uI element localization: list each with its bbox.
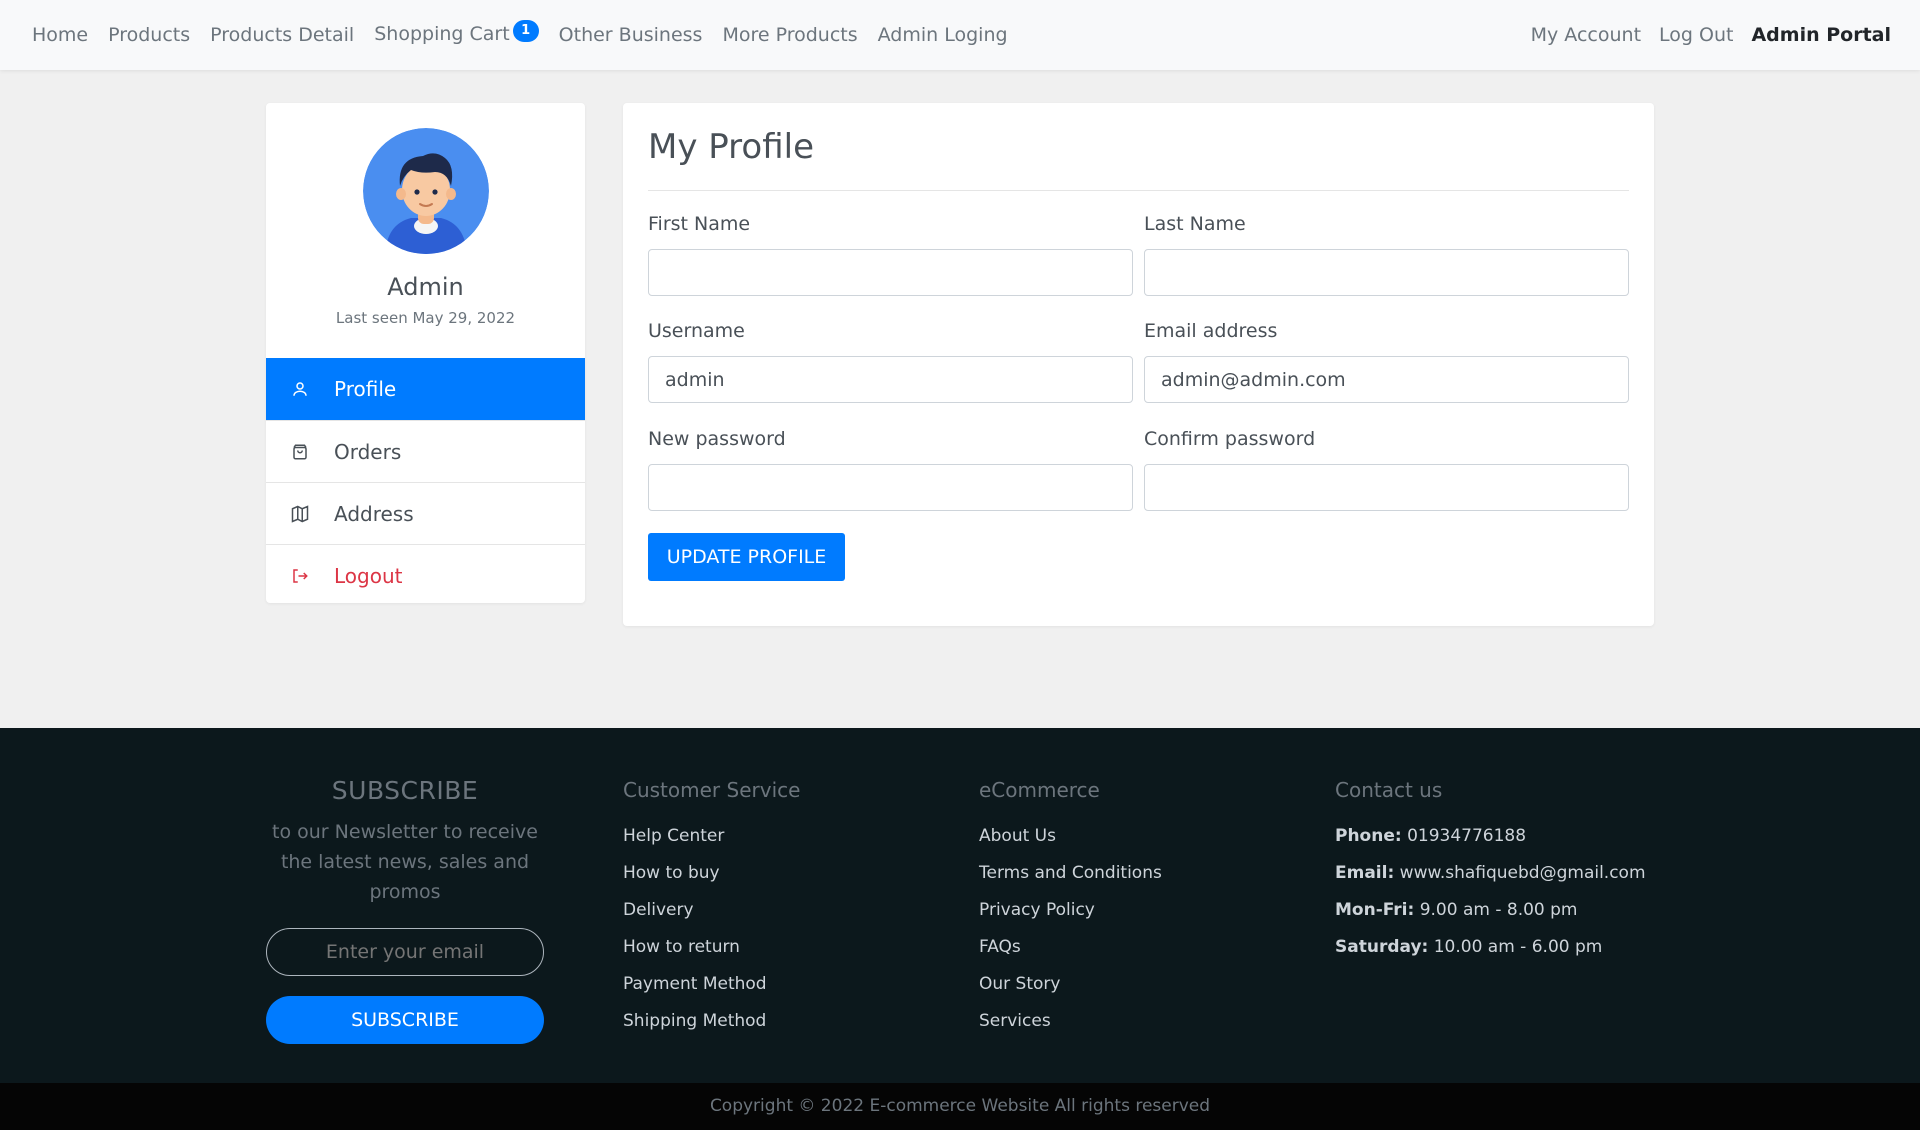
contact-column: Contact us Phone: 01934776188 Email: www… [1335,778,1646,966]
username-input[interactable] [648,356,1133,403]
sidebar-item-label: Profile [334,377,397,401]
title-divider [648,190,1629,191]
avatar-illustration [363,128,489,254]
contact-saturday-label: Saturday: [1335,937,1429,957]
nav-more-products[interactable]: More Products [712,24,867,46]
copyright-bar: Copyright © 2022 E-commerce Website All … [0,1083,1920,1130]
username-label: Username [648,320,745,342]
nav-left: Home Products Products Detail Shopping C… [22,19,1018,48]
confirm-password-group: Confirm password [1144,428,1629,511]
footer-link-services[interactable]: Services [979,1003,1162,1040]
username-group: Username [648,320,1133,403]
first-name-label: First Name [648,213,751,235]
contact-phone: Phone: 01934776188 [1335,818,1646,855]
avatar [363,128,489,254]
map-icon [290,504,310,524]
site-footer: SUBSCRIBE to our Newsletter to receive t… [0,728,1920,1083]
user-name: Admin [387,273,464,301]
footer-link-terms[interactable]: Terms and Conditions [979,855,1162,892]
footer-link-help-center[interactable]: Help Center [623,818,800,855]
first-name-group: First Name [648,213,1133,296]
sidebar-item-profile[interactable]: Profile [266,358,585,420]
footer-link-our-story[interactable]: Our Story [979,966,1162,1003]
update-profile-button[interactable]: UPDATE PROFILE [648,533,845,581]
subscribe-text: to our Newsletter to receive the latest … [272,821,538,903]
top-navbar: Home Products Products Detail Shopping C… [0,0,1920,70]
cart-count-badge: 1 [512,19,539,42]
contact-phone-value: 01934776188 [1407,826,1527,846]
customer-service-heading: Customer Service [623,778,801,802]
sidebar-item-label: Orders [334,439,402,464]
logout-icon [290,566,310,586]
footer-link-privacy[interactable]: Privacy Policy [979,892,1162,929]
footer-link-faqs[interactable]: FAQs [979,929,1162,966]
footer-link-delivery[interactable]: Delivery [623,892,800,929]
contact-saturday: Saturday: 10.00 am - 6.00 pm [1335,929,1646,966]
subscribe-section: SUBSCRIBE to our Newsletter to receive t… [266,776,544,907]
sidebar-item-label: Address [334,501,414,526]
contact-email-value[interactable]: www.shafiquebd@gmail.com [1400,863,1646,883]
profile-sidebar: Admin Last seen May 29, 2022 Profile Ord… [266,103,585,603]
ecommerce-heading: eCommerce [979,778,1100,802]
nav-log-out[interactable]: Log Out [1650,24,1742,46]
footer-link-about-us[interactable]: About Us [979,818,1162,855]
confirm-password-label: Confirm password [1144,428,1316,450]
last-name-input[interactable] [1144,249,1629,296]
contact-email: Email: www.shafiquebd@gmail.com [1335,855,1646,892]
nav-right: My Account Log Out Admin Portal [1522,24,1900,46]
contact-heading: Contact us [1335,778,1443,802]
subscribe-button[interactable]: SUBSCRIBE [266,996,544,1044]
contact-email-label: Email: [1335,863,1395,883]
sidebar-item-address[interactable]: Address [266,482,585,544]
subscribe-email-input[interactable] [266,928,544,976]
last-name-label: Last Name [1144,213,1246,235]
footer-link-how-to-buy[interactable]: How to buy [623,855,800,892]
sidebar-item-label: Logout [334,563,403,588]
sidebar-item-orders[interactable]: Orders [266,420,585,482]
confirm-password-input[interactable] [1144,464,1629,511]
email-label: Email address [1144,320,1278,342]
footer-link-payment-method[interactable]: Payment Method [623,966,800,1003]
new-password-input[interactable] [648,464,1133,511]
contact-saturday-value: 10.00 am - 6.00 pm [1433,937,1603,957]
contact-monfri: Mon-Fri: 9.00 am - 8.00 pm [1335,892,1646,929]
last-name-group: Last Name [1144,213,1629,296]
sidebar-menu: Profile Orders Address Logout [266,358,585,603]
nav-other-business[interactable]: Other Business [549,24,713,46]
new-password-group: New password [648,428,1133,511]
nav-home[interactable]: Home [22,24,98,46]
last-seen-text: Last seen May 29, 2022 [335,309,516,327]
nav-shopping-cart[interactable]: Shopping Cart 1 [364,19,548,48]
user-icon [290,379,310,399]
sidebar-item-logout[interactable]: Logout [266,544,585,603]
contact-monfri-value: 9.00 am - 8.00 pm [1419,900,1578,920]
nav-admin-portal[interactable]: Admin Portal [1742,24,1900,46]
nav-products-detail[interactable]: Products Detail [200,24,364,46]
customer-service-column: Customer Service Help Center How to buy … [623,778,800,1040]
nav-shopping-cart-label: Shopping Cart [374,22,510,45]
contact-monfri-label: Mon-Fri: [1335,900,1415,920]
profile-form-card: My Profile First Name Last Name Username… [623,103,1654,626]
subscribe-title: SUBSCRIBE [331,776,479,805]
contact-phone-label: Phone: [1335,826,1402,846]
page-title: My Profile [648,127,814,167]
shopping-bag-icon [290,442,310,462]
nav-my-account[interactable]: My Account [1522,24,1650,46]
first-name-input[interactable] [648,249,1133,296]
nav-admin-loging[interactable]: Admin Loging [868,24,1018,46]
email-group: Email address [1144,320,1629,403]
ecommerce-column: eCommerce About Us Terms and Conditions … [979,778,1162,1040]
new-password-label: New password [648,428,786,450]
email-input[interactable] [1144,356,1629,403]
footer-link-how-to-return[interactable]: How to return [623,929,800,966]
footer-link-shipping-method[interactable]: Shipping Method [623,1003,800,1040]
nav-products[interactable]: Products [98,24,200,46]
